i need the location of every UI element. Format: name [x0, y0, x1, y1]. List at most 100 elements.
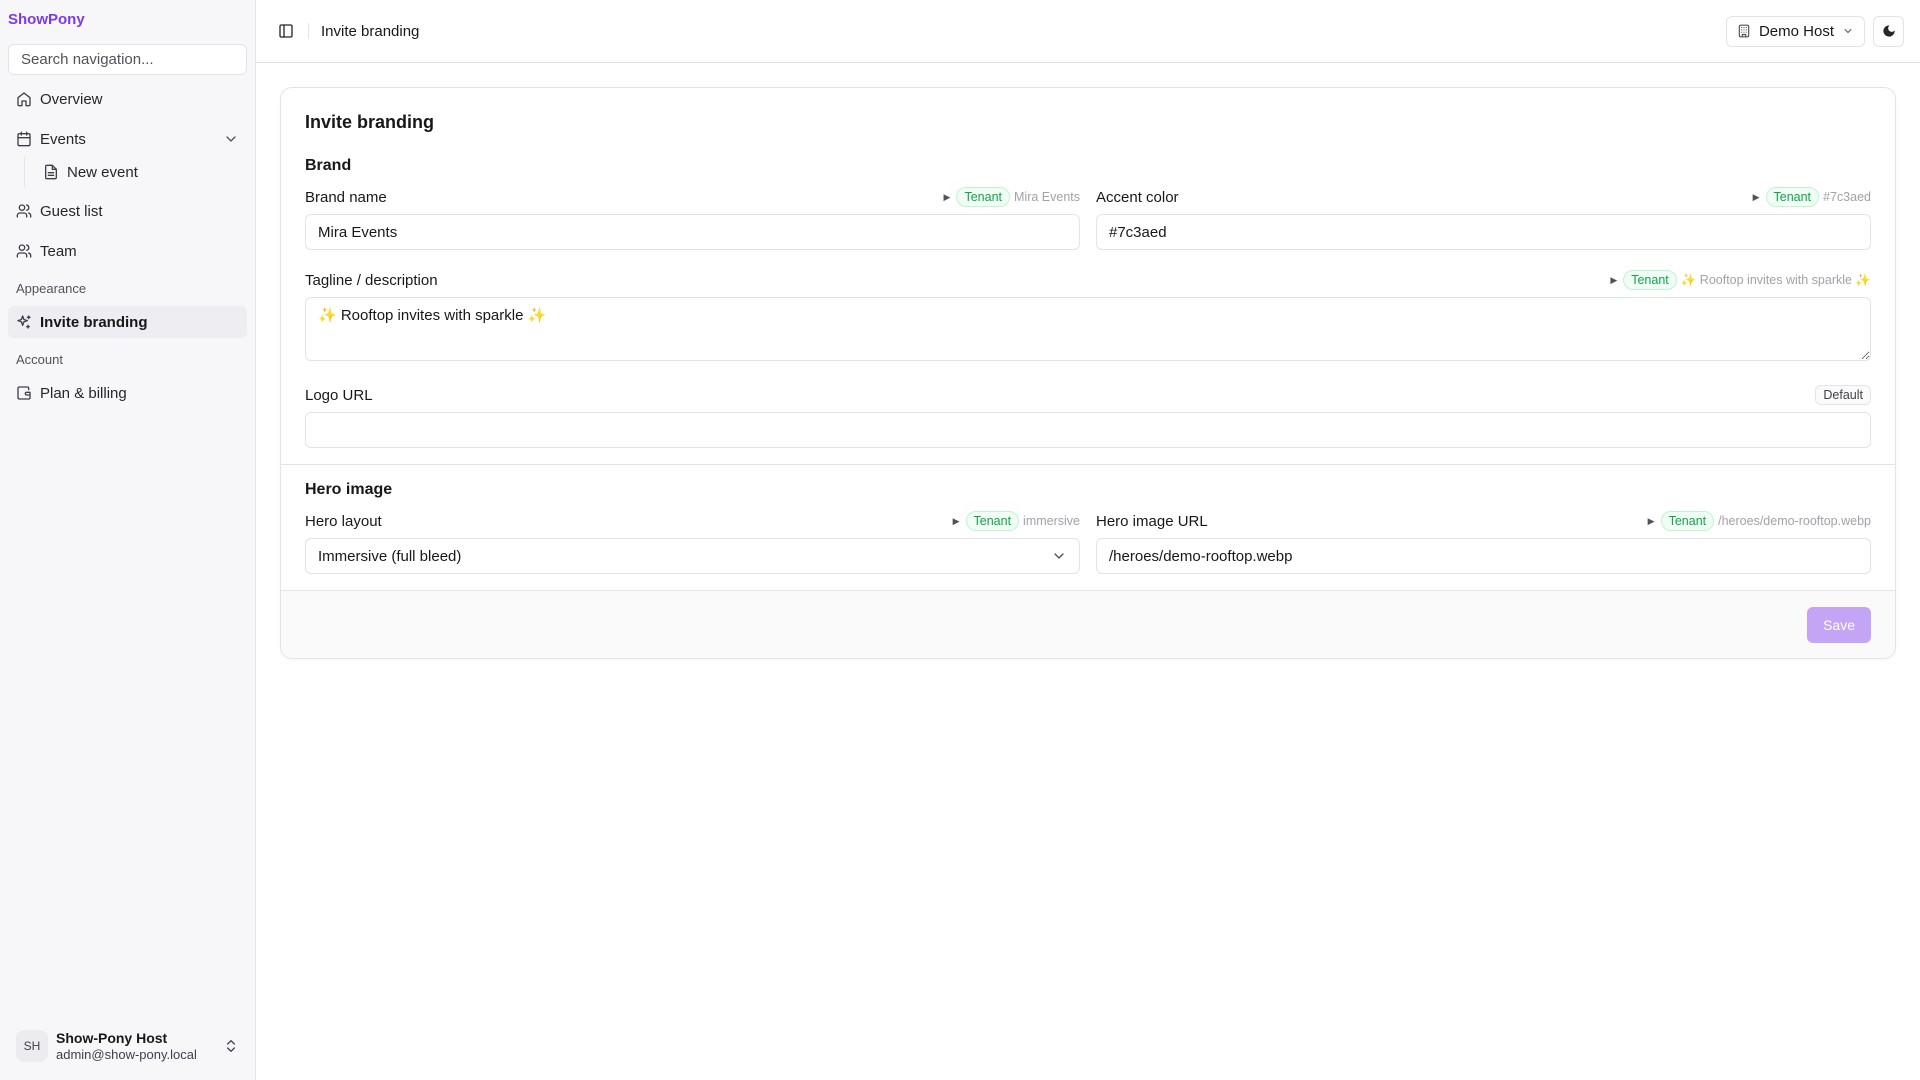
inherited-value: immersive	[1023, 514, 1080, 528]
inherit-meta[interactable]: ▶ Tenant /heroes/demo-rooftop.webp	[1648, 511, 1871, 531]
host-switcher-label: Demo Host	[1758, 22, 1834, 40]
user-email: admin@show-pony.local	[56, 1046, 197, 1062]
branding-card: Invite branding Brand Brand name ▶ Tenan…	[280, 87, 1896, 659]
play-icon: ▶	[943, 191, 951, 202]
field-tagline: Tagline / description ▶ Tenant ✨ Rooftop…	[305, 270, 1871, 365]
save-button[interactable]: Save	[1807, 606, 1871, 643]
chevron-down-icon	[1051, 548, 1067, 564]
page-title: Invite branding	[321, 22, 420, 40]
sidebar-item-plan-billing[interactable]: Plan & billing	[8, 377, 247, 409]
field-label: Hero image URL	[1096, 512, 1208, 530]
section-title-hero: Hero image	[305, 481, 393, 498]
sidebar-item-guest-list[interactable]: Guest list	[8, 195, 247, 227]
section-title-brand: Brand	[305, 157, 352, 174]
inherit-meta[interactable]: ▶ Tenant #7c3aed	[1753, 187, 1871, 207]
sidebar-item-invite-branding[interactable]: Invite branding	[8, 306, 247, 338]
inherit-meta[interactable]: ▶ Tenant immersive	[953, 511, 1080, 531]
inherit-meta: Default	[1815, 385, 1871, 405]
brand-row: Brand name ▶ Tenant Mira Events Mira Eve…	[305, 187, 1871, 250]
users-icon	[16, 203, 32, 219]
field-hero-image-url: Hero image URL ▶ Tenant /heroes/demo-roo…	[1096, 511, 1871, 574]
tenant-badge: Tenant	[1623, 270, 1677, 290]
building-icon	[1738, 24, 1750, 38]
inherited-value: ✨ Rooftop invites with sparkle ✨	[1680, 272, 1871, 287]
sidebar-nav: Overview Events New event Guest list Tea…	[0, 75, 255, 417]
hero-image-url-input[interactable]	[1096, 538, 1871, 574]
sidebar-item-label: Overview	[40, 90, 103, 108]
field-head: Brand name ▶ Tenant Mira Events	[305, 187, 1080, 207]
group-label-account: Account	[16, 352, 63, 367]
sidebar-item-label: New event	[67, 163, 138, 181]
logo-url-input[interactable]	[305, 412, 1871, 448]
field-label: Hero layout	[305, 512, 382, 530]
topbar-actions: Demo Host	[1725, 15, 1904, 47]
sidebar-toggle-button[interactable]	[272, 17, 300, 45]
wallet-icon	[16, 385, 32, 401]
field-head: Tagline / description ▶ Tenant ✨ Rooftop…	[305, 270, 1871, 290]
hero-row: Hero layout ▶ Tenant immersive Immersive…	[305, 511, 1871, 574]
moon-icon	[1882, 25, 1895, 37]
field-head: Hero layout ▶ Tenant immersive	[305, 511, 1080, 531]
sparkles-icon	[16, 314, 32, 330]
chevrons-up-down-icon	[223, 1038, 239, 1054]
field-logo-url: Logo URL Default	[305, 385, 1871, 448]
user-menu[interactable]: SH Show-Pony Host admin@show-pony.local	[8, 1022, 247, 1070]
play-icon: ▶	[1752, 191, 1760, 202]
inherited-value: Mira Events	[1014, 190, 1080, 204]
logo-row: Logo URL Default	[305, 385, 1871, 448]
tagline-textarea[interactable]: ✨ Rooftop invites with sparkle ✨	[305, 297, 1871, 361]
accent-color-input[interactable]	[1096, 214, 1871, 250]
host-switcher-button[interactable]: Demo Host	[1725, 15, 1865, 47]
topbar: Invite branding Demo Host	[256, 0, 1920, 63]
chevron-down-icon[interactable]	[223, 131, 239, 147]
events-submenu: New event	[24, 157, 247, 187]
tenant-badge: Tenant	[1660, 511, 1715, 531]
field-head: Logo URL Default	[305, 385, 1871, 405]
field-hero-layout: Hero layout ▶ Tenant immersive Immersive…	[305, 511, 1080, 574]
field-label: Accent color	[1096, 188, 1179, 206]
field-label: Brand name	[305, 188, 387, 206]
sidebar-item-new-event[interactable]: New event	[35, 157, 247, 187]
calendar-icon	[16, 131, 32, 147]
sidebar-item-team[interactable]: Team	[8, 235, 247, 267]
brand-logo[interactable]: ShowPony	[0, 0, 255, 36]
home-icon	[16, 91, 32, 107]
brand-name-input[interactable]	[305, 214, 1080, 250]
sidebar-item-label: Guest list	[40, 202, 103, 220]
play-icon: ▶	[1647, 515, 1655, 526]
inherit-meta[interactable]: ▶ Tenant Mira Events	[944, 187, 1080, 207]
sidebar-item-label: Invite branding	[40, 313, 148, 331]
inherited-value: /heroes/demo-rooftop.webp	[1718, 514, 1871, 528]
default-badge: Default	[1815, 385, 1871, 405]
sidebar-item-label: Plan & billing	[40, 384, 127, 402]
inherited-value: #7c3aed	[1823, 190, 1871, 204]
main-area: Invite branding Demo Host Invite brandin…	[256, 0, 1920, 1080]
card-footer: Save	[281, 590, 1895, 658]
tenant-badge: Tenant	[1765, 187, 1820, 207]
avatar: SH	[16, 1030, 48, 1062]
hero-layout-select[interactable]: Immersive (full bleed)	[305, 538, 1080, 574]
app-root: ShowPony Overview Events	[0, 0, 1920, 1080]
theme-toggle-button[interactable]	[1873, 15, 1904, 47]
tenant-badge: Tenant	[956, 187, 1010, 207]
user-name: Show-Pony Host	[56, 1029, 168, 1046]
user-info: Show-Pony Host admin@show-pony.local	[56, 1030, 197, 1062]
card-title: Invite branding	[305, 112, 435, 132]
file-icon	[43, 164, 59, 180]
play-icon: ▶	[952, 515, 960, 526]
field-brand-name: Brand name ▶ Tenant Mira Events	[305, 187, 1080, 250]
sidebar-item-label: Team	[40, 242, 77, 260]
sidebar: ShowPony Overview Events	[0, 0, 256, 1080]
sidebar-item-events[interactable]: Events	[8, 123, 247, 155]
sidebar-item-overview[interactable]: Overview	[8, 83, 247, 115]
field-label: Tagline / description	[305, 271, 438, 289]
tenant-badge: Tenant	[965, 511, 1020, 531]
page-content: Invite branding Brand Brand name ▶ Tenan…	[256, 63, 1920, 683]
sidebar-item-label: Events	[40, 130, 86, 148]
field-label: Logo URL	[305, 386, 373, 404]
search-navigation-input[interactable]	[8, 44, 247, 75]
topbar-divider	[308, 23, 309, 39]
chevron-down-icon	[1844, 29, 1852, 33]
tagline-row: Tagline / description ▶ Tenant ✨ Rooftop…	[305, 270, 1871, 365]
inherit-meta[interactable]: ▶ Tenant ✨ Rooftop invites with sparkle …	[1610, 270, 1871, 290]
